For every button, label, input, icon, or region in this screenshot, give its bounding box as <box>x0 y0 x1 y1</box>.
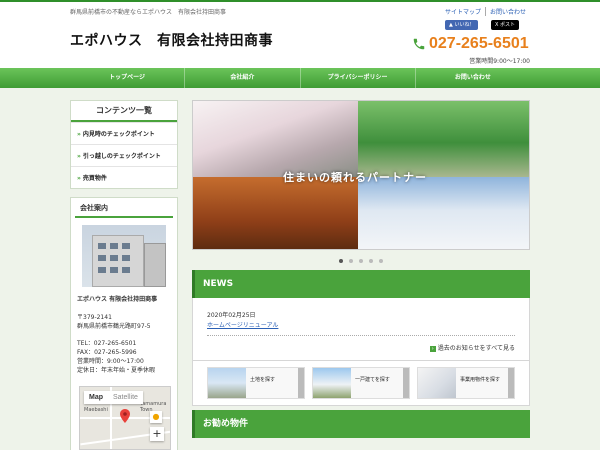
arrow-right-icon: › <box>429 346 436 352</box>
facebook-like-button[interactable]: ▲ いいね！ <box>445 20 479 30</box>
phone-number[interactable]: 027-265-6501 <box>429 35 529 53</box>
slider-dot[interactable] <box>379 259 383 263</box>
zoom-in-button[interactable]: + <box>150 427 164 441</box>
map-tab-satellite[interactable]: Satellite <box>108 391 143 404</box>
chevron-right-icon <box>298 368 304 398</box>
recommend-heading: お勧め物件 <box>192 410 530 438</box>
slider-dot[interactable] <box>339 259 343 263</box>
map-type-tabs: Map Satellite <box>84 391 143 404</box>
slider-dots <box>192 250 530 266</box>
snow-trees-image <box>358 177 529 249</box>
news-heading: NEWS <box>192 270 530 298</box>
tel: TEL：027-265-6501 <box>77 340 137 347</box>
site-header: 群馬県前橋市の不動産ならエポハウス 有限会社持田商事 エポハウス 有限会社持田商… <box>0 2 600 68</box>
category-business-button[interactable]: 事業用物件を探す <box>417 367 515 399</box>
main-content: 住まいの頼れるパートナー NEWS 2020年02月25日 ホームページリニュー… <box>192 100 530 438</box>
news-date: 2020年02月25日 <box>207 312 256 319</box>
business-hours: 営業時間9:00～17:00 <box>469 58 530 65</box>
sidebar-item-viewing[interactable]: » 内見時のチェックポイント <box>71 122 177 144</box>
news-more-link[interactable]: › 過去のお知らせをすべて見る <box>429 343 515 352</box>
chevron-right-icon <box>508 368 514 398</box>
contents-box: コンテンツ一覧 » 内見時のチェックポイント » 引っ越しのチェックポイント » 売買… <box>70 100 178 189</box>
land-photo <box>208 368 246 398</box>
site-tagline: 群馬県前橋市の不動産ならエポハウス 有限会社持田商事 <box>70 9 227 16</box>
sidebar-item-sale[interactable]: » 売買物件 <box>71 166 177 188</box>
contents-title: コンテンツ一覧 <box>71 101 177 122</box>
category-land-button[interactable]: 土地を探す <box>207 367 305 399</box>
chevron-right-icon: » <box>77 175 81 182</box>
map-pin-icon <box>120 409 130 423</box>
building-photo <box>82 225 166 287</box>
nav-item-top[interactable]: トップページ <box>70 68 184 88</box>
category-label: 一戸建てを探す <box>355 377 390 383</box>
sidebar: コンテンツ一覧 » 内見時のチェックポイント » 引っ越しのチェックポイント » 売買… <box>70 100 178 450</box>
fax: FAX：027-265-5996 <box>77 349 137 356</box>
hero-slider[interactable]: 住まいの頼れるパートナー <box>192 100 530 250</box>
sidebar-item-moving[interactable]: » 引っ越しのチェックポイント <box>71 144 177 166</box>
hours: 営業時間：9:00～17:00 <box>77 358 144 365</box>
phone-icon <box>413 38 425 50</box>
company-box: 会社案内 エポハウス 有限会社持田商事 〒379-2141 群馬県前橋市鶴光路町… <box>70 197 178 450</box>
chevron-right-icon <box>403 368 409 398</box>
company-name: エポハウス 有限会社持田商事 <box>77 296 158 303</box>
category-label: 土地を探す <box>250 377 276 383</box>
slider-dot[interactable] <box>359 259 363 263</box>
address: 群馬県前橋市鶴光路町97-5 <box>77 323 151 330</box>
news-list: 2020年02月25日 ホームページリニューアル › 過去のお知らせをすべて見る <box>192 298 530 361</box>
slider-dot[interactable] <box>349 259 353 263</box>
category-house-button[interactable]: 一戸建てを探す <box>312 367 410 399</box>
sitemap-link[interactable]: サイトマップ <box>441 7 485 16</box>
header-links: サイトマップ お問い合わせ <box>441 7 530 16</box>
holidays: 定休日：年末年始・夏季休暇 <box>77 367 156 374</box>
autumn-forest-image <box>193 177 358 249</box>
chevron-right-icon: » <box>77 131 81 138</box>
nav-item-contact[interactable]: お問い合わせ <box>414 68 530 88</box>
main-nav: トップページ 会社紹介 プライバシーポリシー お問い合わせ <box>0 68 600 88</box>
green-trees-image <box>358 101 529 177</box>
company-title: 会社案内 <box>75 198 173 218</box>
site-title[interactable]: エポハウス 有限会社持田商事 <box>70 30 273 50</box>
category-links: 土地を探す 一戸建てを探す 事業用物件を探す <box>192 361 530 406</box>
nav-item-company[interactable]: 会社紹介 <box>184 68 299 88</box>
house-photo <box>313 368 351 398</box>
x-post-button[interactable]: X ポスト <box>491 20 520 30</box>
chevron-right-icon: » <box>77 153 81 160</box>
contact-link[interactable]: お問い合わせ <box>484 7 530 16</box>
map-tab-map[interactable]: Map <box>84 391 108 404</box>
postal-code: 〒379-2141 <box>77 314 112 321</box>
slider-dot[interactable] <box>369 259 373 263</box>
slider-caption: 住まいの頼れるパートナー <box>283 171 427 184</box>
street-view-icon[interactable]: ● <box>150 411 162 423</box>
document-photo <box>418 368 456 398</box>
embedded-map[interactable]: Maebashi Tamamura Town Map Satellite ● + <box>79 386 171 450</box>
nav-item-privacy[interactable]: プライバシーポリシー <box>299 68 415 88</box>
news-item-link[interactable]: ホームページリニューアル <box>207 320 515 336</box>
category-label: 事業用物件を探す <box>460 377 501 383</box>
map-label-maebashi: Maebashi <box>84 407 108 413</box>
cherry-blossom-image <box>193 101 358 177</box>
